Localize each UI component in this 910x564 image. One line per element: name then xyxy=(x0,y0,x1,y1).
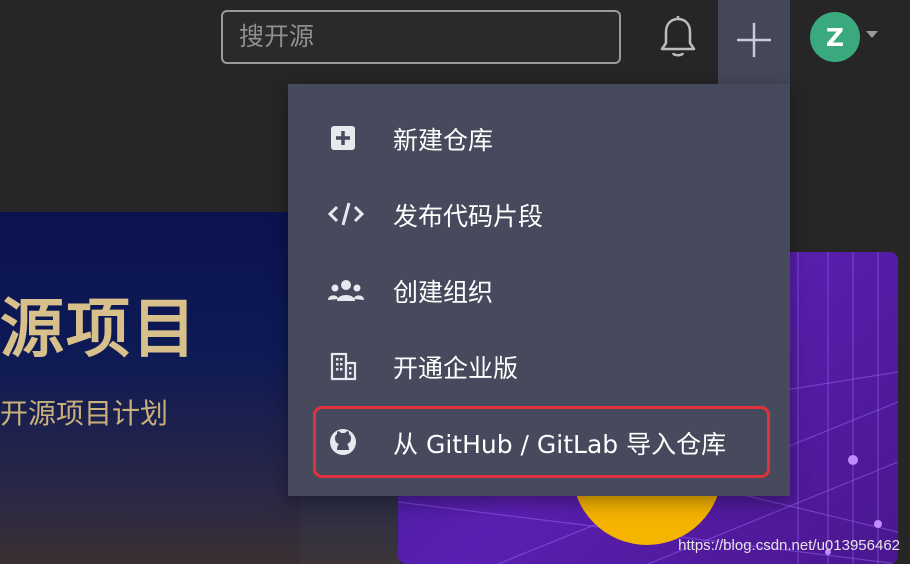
create-new-button[interactable] xyxy=(718,0,790,84)
chevron-down-icon[interactable] xyxy=(866,31,878,38)
bell-icon[interactable] xyxy=(656,14,700,60)
avatar[interactable]: Z xyxy=(810,12,860,62)
top-bar: Z xyxy=(0,0,910,84)
menu-item-label: 发布代码片段 xyxy=(393,202,544,231)
menu-item-create-org[interactable]: 创建组织 xyxy=(288,255,790,325)
banner-left[interactable] xyxy=(0,212,300,564)
plus-icon xyxy=(737,23,771,57)
menu-item-new-repo[interactable]: 新建仓库 xyxy=(288,103,790,173)
menu-item-new-snippet[interactable]: 发布代码片段 xyxy=(288,179,790,249)
menu-item-enterprise[interactable]: 开通企业版 xyxy=(288,331,790,401)
search-input[interactable] xyxy=(221,10,621,64)
create-dropdown-menu: 新建仓库 发布代码片段 创建组织 开通企业版 从 GitHub / GitLab… xyxy=(288,84,790,496)
users-icon xyxy=(328,275,364,305)
watermark: https://blog.csdn.net/u013956462 xyxy=(678,537,900,554)
github-icon xyxy=(328,427,358,457)
code-icon xyxy=(327,199,365,229)
menu-item-label: 从 GitHub / GitLab 导入仓库 xyxy=(393,430,727,459)
add-box-icon xyxy=(328,123,358,153)
banner-title: 源项目 xyxy=(0,292,198,367)
menu-item-label: 创建组织 xyxy=(393,278,494,307)
menu-item-label: 开通企业版 xyxy=(393,354,519,383)
menu-item-import-repo[interactable]: 从 GitHub / GitLab 导入仓库 xyxy=(288,407,790,477)
banner-subtitle: 开源项目计划 xyxy=(0,397,169,430)
building-icon xyxy=(328,351,358,381)
menu-item-label: 新建仓库 xyxy=(393,126,494,155)
